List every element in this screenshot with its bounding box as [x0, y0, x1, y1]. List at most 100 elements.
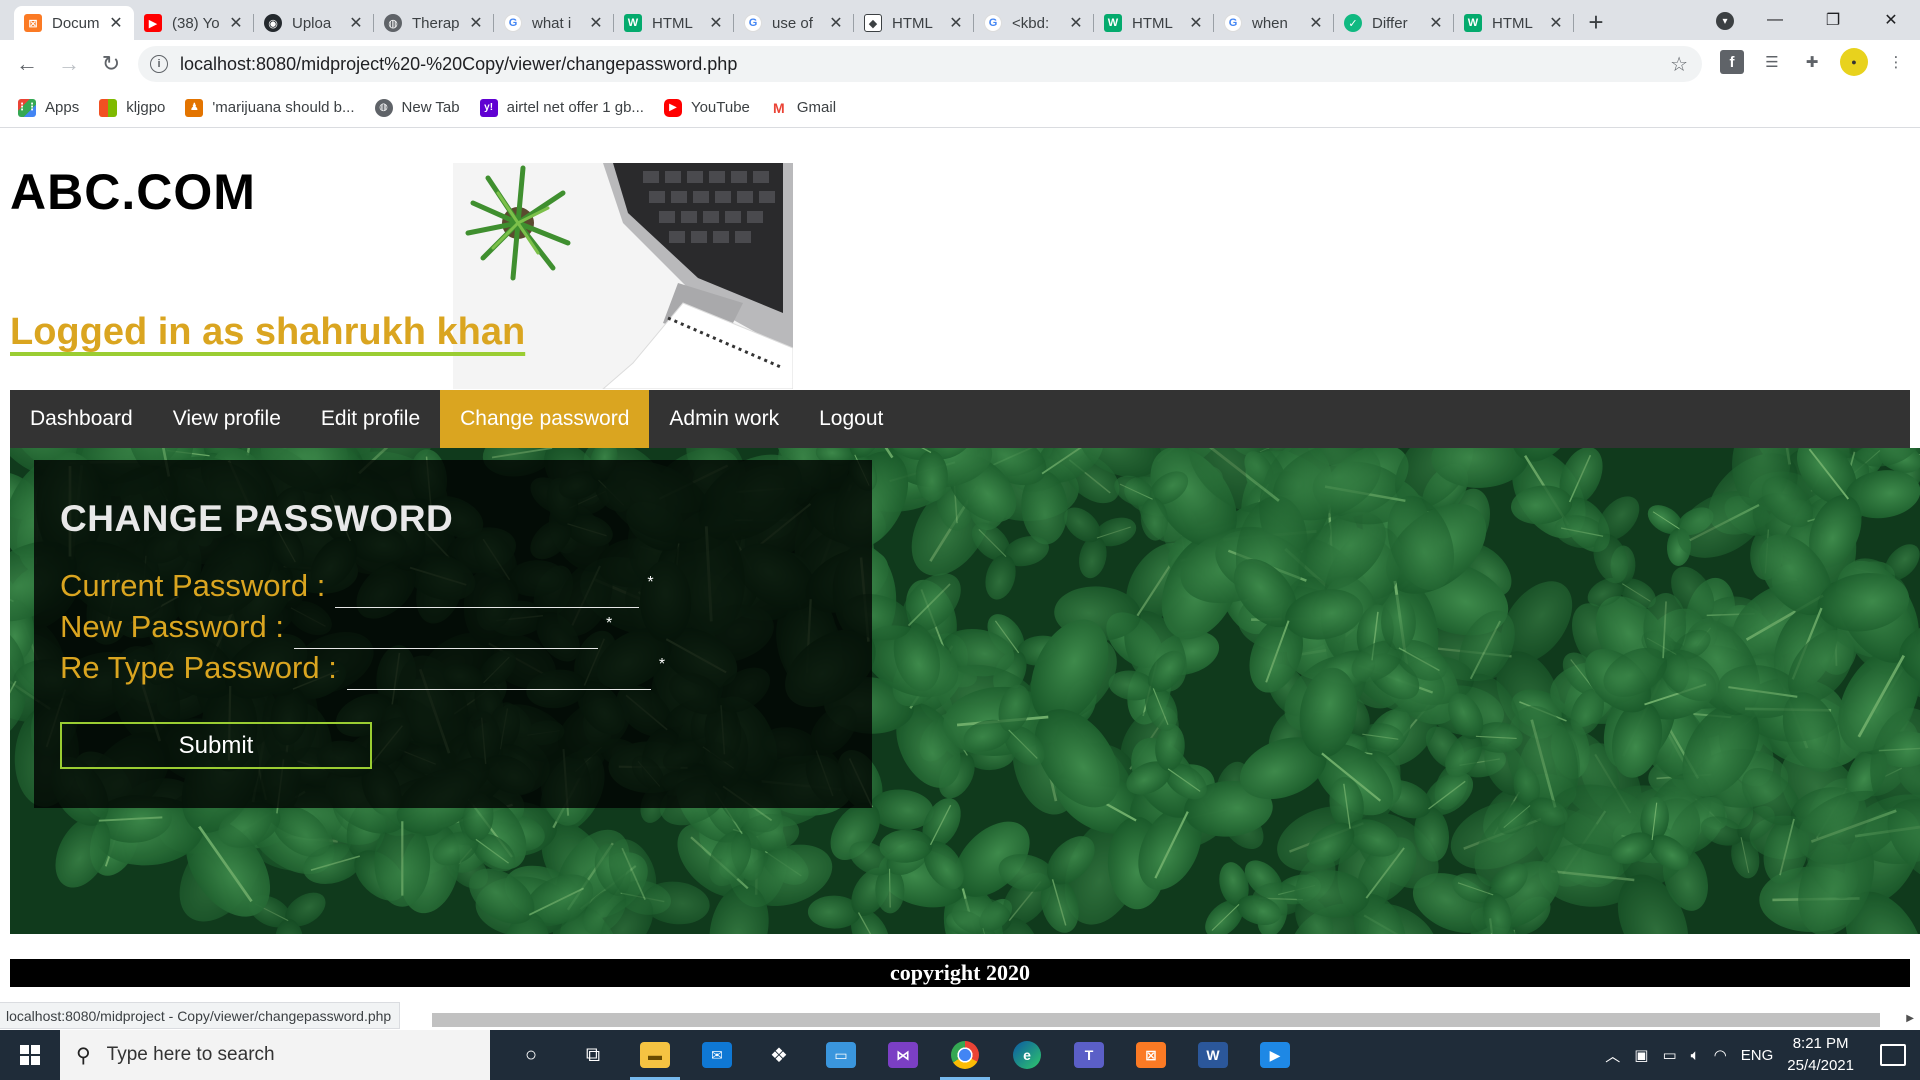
w3schools-icon: W [1104, 14, 1122, 32]
nav-change-password[interactable]: Change password [440, 390, 650, 448]
form-title: CHANGE PASSWORD [60, 498, 454, 539]
media-player-icon[interactable]: ▶ [1244, 1030, 1306, 1080]
tab-2[interactable]: ◉ Uploa ✕ [254, 6, 374, 40]
language-indicator[interactable]: ENG [1741, 1047, 1774, 1064]
close-icon[interactable]: ✕ [228, 13, 244, 33]
submit-button[interactable]: Submit [60, 722, 372, 769]
chrome-icon[interactable] [934, 1030, 996, 1080]
facebook-extension-icon[interactable]: f [1720, 50, 1744, 74]
yahoo-icon: y! [479, 98, 498, 117]
reload-icon[interactable]: ↻ [96, 49, 126, 79]
google-icon: G [504, 14, 522, 32]
bookmark-marijuana[interactable]: ♟ 'marijuana should b... [185, 98, 355, 117]
google-icon: G [744, 14, 762, 32]
tab-8[interactable]: G <kbd: ✕ [974, 6, 1094, 40]
battery-icon[interactable]: ▭ [1662, 1046, 1676, 1064]
bookmark-label: YouTube [690, 99, 750, 116]
nav-logout[interactable]: Logout [799, 390, 903, 448]
bookmark-kljgpo[interactable]: kljgpo [99, 98, 166, 117]
bookmark-youtube[interactable]: ▶ YouTube [663, 98, 750, 117]
close-icon[interactable]: ✕ [1428, 13, 1444, 33]
nav-edit-profile[interactable]: Edit profile [301, 390, 440, 448]
close-icon[interactable]: ✕ [348, 13, 364, 33]
profile-avatar[interactable]: ● [1840, 48, 1868, 76]
stack-extension-icon[interactable]: ☰ [1760, 50, 1784, 74]
tab-search-icon[interactable]: ▾ [1716, 12, 1734, 30]
bookmark-gmail[interactable]: M Gmail [769, 98, 836, 117]
globe-icon: ◍ [384, 14, 402, 32]
xampp-taskbar-icon[interactable]: ⊠ [1120, 1030, 1182, 1080]
info-icon[interactable]: i [150, 55, 168, 73]
bookmark-label: kljgpo [126, 99, 166, 116]
edge-icon[interactable]: e [996, 1030, 1058, 1080]
logged-in-user: Logged in as shahrukh khan [10, 311, 526, 353]
close-icon[interactable]: ✕ [1308, 13, 1324, 33]
tab-0[interactable]: ⊠ Docum ✕ [14, 6, 134, 40]
back-icon[interactable]: ← [12, 49, 42, 79]
bookmark-label: airtel net offer 1 gb... [506, 99, 644, 116]
tab-11[interactable]: ✓ Differ ✕ [1334, 6, 1454, 40]
tab-3[interactable]: ◍ Therap ✕ [374, 6, 494, 40]
word-icon[interactable]: W [1182, 1030, 1244, 1080]
close-icon[interactable]: ✕ [108, 13, 124, 33]
bookmark-label: New Tab [401, 99, 460, 116]
close-icon[interactable]: ✕ [468, 13, 484, 33]
tab-4[interactable]: G what i ✕ [494, 6, 614, 40]
browser-tab-strip: ⊠ Docum ✕ ▶ (38) Yo ✕ ◉ Uploa ✕ ◍ Therap… [0, 0, 1920, 40]
meet-now-icon[interactable]: ▣ [1634, 1046, 1648, 1064]
volume-icon[interactable]: 🔈︎ [1691, 1047, 1700, 1064]
taskbar-search-box[interactable]: ⚲ Type here to search [60, 1030, 490, 1080]
visual-studio-icon[interactable]: ⋈ [872, 1030, 934, 1080]
address-bar[interactable]: i localhost:8080/midproject%20-%20Copy/v… [138, 46, 1702, 82]
new-tab-button[interactable]: + [1578, 4, 1614, 40]
bookmark-star-icon[interactable]: ☆ [1670, 52, 1688, 77]
w3schools-icon: W [1464, 14, 1482, 32]
tab-1[interactable]: ▶ (38) Yo ✕ [134, 6, 254, 40]
nav-dashboard[interactable]: Dashboard [10, 390, 153, 448]
horizontal-scrollbar[interactable] [432, 1013, 1880, 1027]
close-icon[interactable]: ✕ [948, 13, 964, 33]
close-icon[interactable]: ✕ [1068, 13, 1084, 33]
file-explorer-icon[interactable]: ▬ [624, 1030, 686, 1080]
windows-start-icon[interactable] [0, 1030, 60, 1080]
window-close-icon[interactable]: ✕ [1862, 0, 1920, 40]
notifications-icon[interactable] [1880, 1044, 1906, 1066]
close-icon[interactable]: ✕ [828, 13, 844, 33]
close-icon[interactable]: ✕ [588, 13, 604, 33]
scroll-right-icon[interactable]: ▶ [1906, 1013, 1914, 1024]
close-icon[interactable]: ✕ [708, 13, 724, 33]
close-icon[interactable]: ✕ [1548, 13, 1564, 33]
restore-icon[interactable]: ❐ [1804, 0, 1862, 40]
bookmark-airtel[interactable]: y! airtel net offer 1 gb... [479, 98, 644, 117]
bookmark-apps[interactable]: ⋮⋮ Apps [17, 98, 79, 117]
dropbox-icon[interactable]: ❖ [748, 1030, 810, 1080]
task-view-icon[interactable]: ⧉ [562, 1030, 624, 1080]
tab-12[interactable]: W HTML ✕ [1454, 6, 1574, 40]
forward-icon[interactable]: → [54, 49, 84, 79]
bookmark-new-tab[interactable]: ◍ New Tab [374, 98, 460, 117]
nav-view-profile[interactable]: View profile [153, 390, 301, 448]
windows-icon [99, 98, 118, 117]
retype-password-input[interactable] [346, 660, 651, 690]
current-password-input[interactable] [335, 578, 640, 608]
tab-9[interactable]: W HTML ✕ [1094, 6, 1214, 40]
cortana-icon[interactable]: ○ [500, 1030, 562, 1080]
tab-5[interactable]: W HTML ✕ [614, 6, 734, 40]
new-password-input[interactable] [293, 619, 598, 649]
tab-10[interactable]: G when ✕ [1214, 6, 1334, 40]
close-icon[interactable]: ✕ [1188, 13, 1204, 33]
clock[interactable]: 8:21 PM 25/4/2021 [1787, 1033, 1854, 1077]
youtube-icon: ▶ [144, 14, 162, 32]
tab-6[interactable]: G use of ✕ [734, 6, 854, 40]
wifi-icon[interactable]: ◠ [1714, 1046, 1727, 1064]
mail-icon[interactable]: ✉ [686, 1030, 748, 1080]
nav-admin-work[interactable]: Admin work [649, 390, 799, 448]
teams-icon[interactable]: T [1058, 1030, 1120, 1080]
puzzle-extensions-icon[interactable]: ✚ [1800, 50, 1824, 74]
chevron-up-icon[interactable]: ︿ [1605, 1045, 1620, 1066]
search-placeholder: Type here to search [106, 1044, 275, 1065]
remote-desktop-icon[interactable]: ▭ [810, 1030, 872, 1080]
tab-7[interactable]: ◆ HTML ✕ [854, 6, 974, 40]
minimize-icon[interactable]: — [1746, 0, 1804, 40]
menu-kebab-icon[interactable]: ⋮ [1884, 50, 1908, 74]
